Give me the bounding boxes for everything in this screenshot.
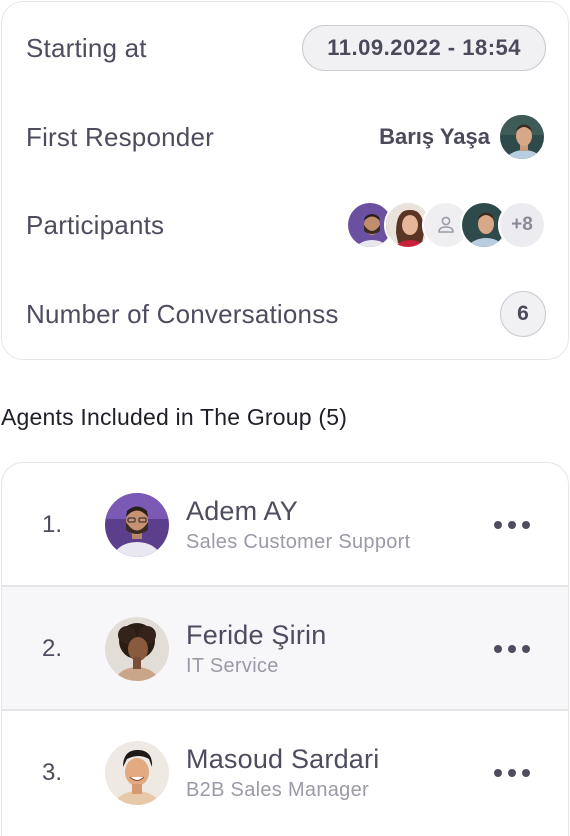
first-responder-label: First Responder <box>26 121 214 152</box>
agent-role: B2B Sales Manager <box>186 779 369 801</box>
participants-row: Participants +8 <box>26 195 546 255</box>
conversations-count-badge: 6 <box>500 291 546 337</box>
first-responder-name: Barış Yaşa <box>379 124 490 149</box>
participants-avatar-stack[interactable]: +8 <box>346 201 546 249</box>
agent-name: Adem AY <box>186 496 298 526</box>
first-responder-avatar[interactable] <box>498 113 546 161</box>
agent-info: Masoud Sardari B2B Sales Manager <box>186 743 379 805</box>
more-horizontal-icon <box>494 769 502 777</box>
agent-index: 2. <box>42 635 63 662</box>
first-responder-row: First Responder Barış Yaşa <box>26 107 546 167</box>
user-icon <box>438 216 454 233</box>
starting-at-label: Starting at <box>26 32 147 63</box>
conversations-row: Number of Conversationss 6 <box>26 284 546 344</box>
more-options-button[interactable] <box>494 763 530 783</box>
more-horizontal-icon <box>494 645 502 653</box>
agent-info: Adem AY Sales Customer Support <box>186 495 410 557</box>
more-options-button[interactable] <box>494 639 530 659</box>
agent-role: IT Service <box>186 655 279 677</box>
agent-list-item[interactable]: 2. Feride Şirin IT Service <box>2 587 568 711</box>
agent-info: Feride Şirin IT Service <box>186 619 326 681</box>
first-responder[interactable]: Barış Yaşa <box>379 113 546 161</box>
conversation-summary-card: Starting at 11.09.2022 - 18:54 First Res… <box>1 1 569 360</box>
agents-list: 1. Adem AY Sales Customer Support 2. Fer… <box>1 462 569 836</box>
agent-index: 3. <box>42 759 63 786</box>
participants-label: Participants <box>26 209 165 240</box>
agent-avatar <box>105 493 169 557</box>
agent-list-item[interactable]: 3. Masoud Sardari B2B Sales Manager <box>2 711 568 835</box>
agent-list-item[interactable]: 1. Adem AY Sales Customer Support <box>2 463 568 587</box>
agents-section-title: Agents Included in The Group (5) <box>1 404 348 430</box>
agent-index: 1. <box>42 511 63 538</box>
agent-name: Feride Şirin <box>186 620 327 650</box>
starting-at-value: 11.09.2022 - 18:54 <box>302 25 546 71</box>
starting-at-row: Starting at 11.09.2022 - 18:54 <box>26 18 546 78</box>
more-horizontal-icon <box>494 521 502 529</box>
agent-role: Sales Customer Support <box>186 531 411 553</box>
more-options-button[interactable] <box>494 515 530 535</box>
participants-more-count[interactable]: +8 <box>498 201 546 249</box>
agent-avatar <box>105 617 169 681</box>
agent-avatar <box>105 741 169 805</box>
agent-name: Masoud Sardari <box>186 744 380 774</box>
conversations-label: Number of Conversationss <box>26 298 339 329</box>
